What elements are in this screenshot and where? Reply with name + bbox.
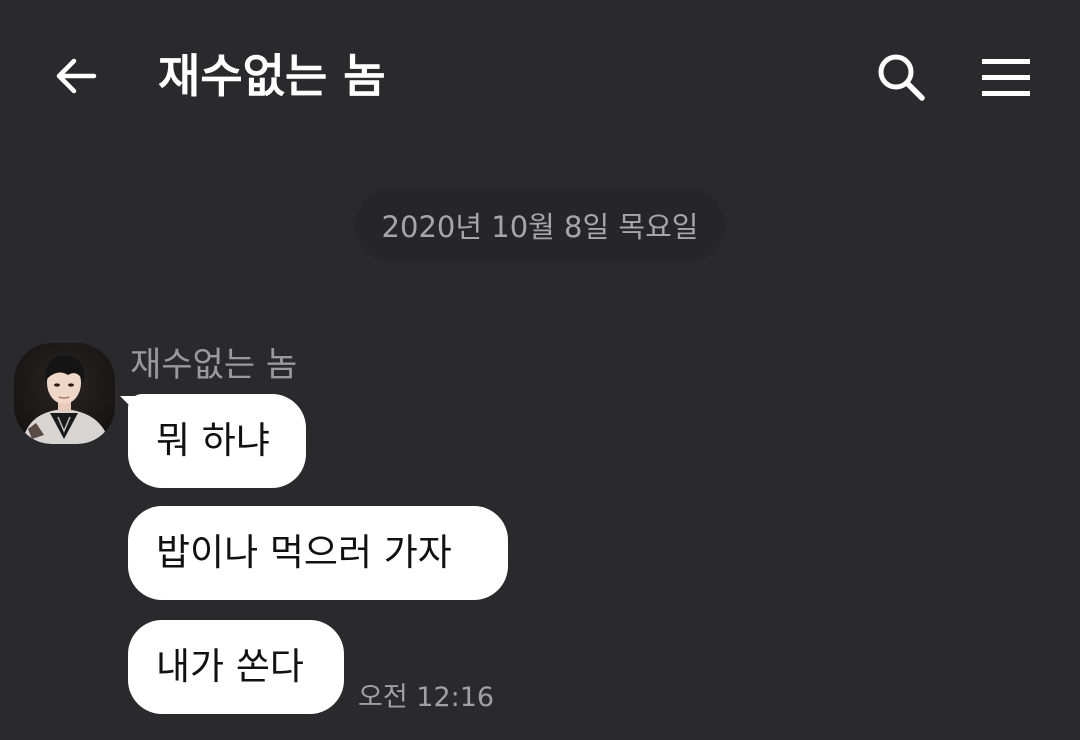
chat-screen: 재수없는 놈 2020년 10월 8일 목요일 재수없는 놈 뭐 하냐 밥이나 … <box>0 0 1080 740</box>
search-icon <box>878 54 925 101</box>
menu-button[interactable] <box>976 48 1036 106</box>
message-bubble[interactable]: 뭐 하냐 <box>128 394 306 488</box>
arrow-left-icon <box>56 58 97 94</box>
message-bubble[interactable]: 내가 쏜다 <box>128 620 344 714</box>
sender-name: 재수없는 놈 <box>130 345 298 385</box>
search-button[interactable] <box>872 48 930 106</box>
sender-avatar[interactable] <box>14 343 115 444</box>
hamburger-menu-icon <box>982 59 1030 96</box>
message-bubble[interactable]: 밥이나 먹으러 가자 <box>128 506 508 600</box>
message-timestamp: 오전 12:16 <box>358 682 495 713</box>
profile-photo <box>14 343 115 444</box>
chat-title: 재수없는 놈 <box>158 49 386 103</box>
date-divider: 2020년 10월 8일 목요일 <box>355 188 725 262</box>
back-button[interactable] <box>48 48 104 104</box>
chat-header: 재수없는 놈 <box>0 0 1080 150</box>
